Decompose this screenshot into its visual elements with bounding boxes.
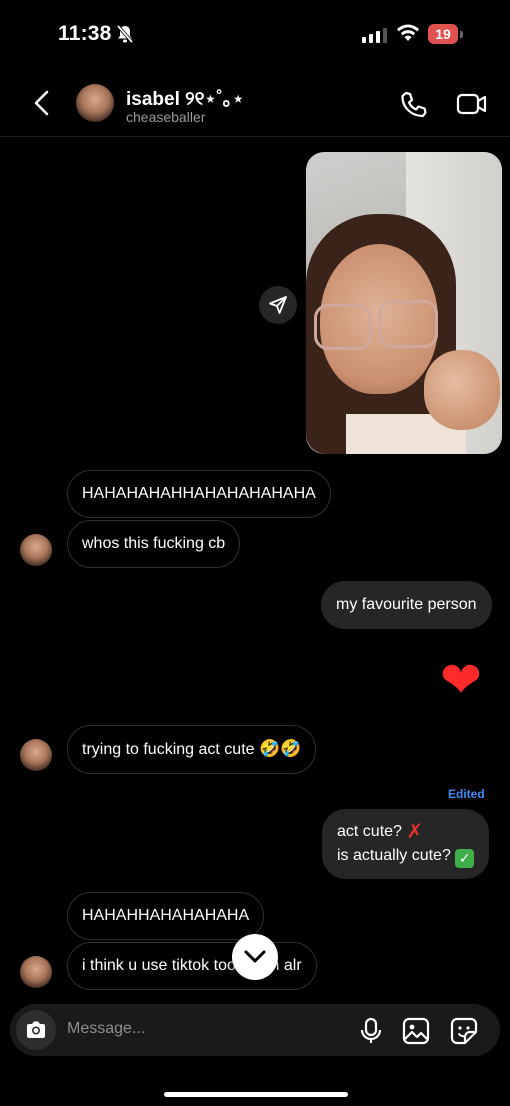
sender-avatar[interactable] [20,956,52,988]
chevron-down-icon [244,950,266,963]
message-line: act cute? [337,823,402,840]
sticker-icon [450,1017,478,1045]
gallery-button[interactable] [402,1017,430,1050]
photo-message[interactable] [306,152,502,454]
incoming-message[interactable]: HAHAHAHAHHAHAHAHAHAHA [67,470,331,518]
header-divider [0,136,510,137]
signal-icon [362,28,387,43]
heart-reaction-message[interactable]: ❤ [440,652,482,708]
send-icon [269,296,287,314]
incoming-message[interactable]: whos this fucking cb [67,520,241,568]
incoming-message[interactable]: trying to fucking act cute 🤣🤣 [67,725,317,774]
outgoing-message-edited[interactable]: act cute? ✗ is actually cute? ✓ [322,809,490,879]
sender-avatar[interactable] [20,739,52,771]
image-icon [402,1017,430,1045]
message-input[interactable]: Message... [67,1020,145,1038]
phone-call-button[interactable] [398,90,428,125]
back-button[interactable] [32,90,52,121]
cross-mark-icon: ✗ [406,821,424,843]
camera-icon [27,1021,45,1038]
microphone-button[interactable] [359,1017,383,1050]
scroll-to-bottom-button[interactable] [232,934,278,980]
sender-avatar[interactable] [20,534,52,566]
laughing-emoji: 🤣🤣 [258,739,302,758]
battery-cap [460,31,463,38]
incoming-message[interactable]: HAHAHHAHAHAHAHA [67,892,265,940]
camera-button[interactable] [16,1010,56,1050]
share-button[interactable] [259,286,297,324]
video-call-button[interactable] [456,91,488,122]
chat-contact-name[interactable]: isabel ୨୧⋆˚｡⋆ [126,84,244,111]
message-line: is actually cute? [337,847,451,864]
check-mark-icon: ✓ [455,849,475,868]
header-avatar[interactable] [76,84,114,122]
edited-label: Edited [448,787,485,801]
status-time: 11:38 [58,22,112,45]
message-text: trying to fucking act cute [82,741,255,758]
home-indicator [164,1092,348,1097]
microphone-icon [360,1017,382,1043]
chat-contact-username[interactable]: cheaseballer [126,109,205,125]
outgoing-message[interactable]: my favourite person [321,581,492,629]
wifi-icon [396,24,420,47]
incoming-message[interactable]: i think u use tiktok too much alr [67,942,317,990]
battery-indicator: 19 [428,24,458,44]
sticker-button[interactable] [450,1017,478,1050]
bell-muted-icon [116,24,134,49]
